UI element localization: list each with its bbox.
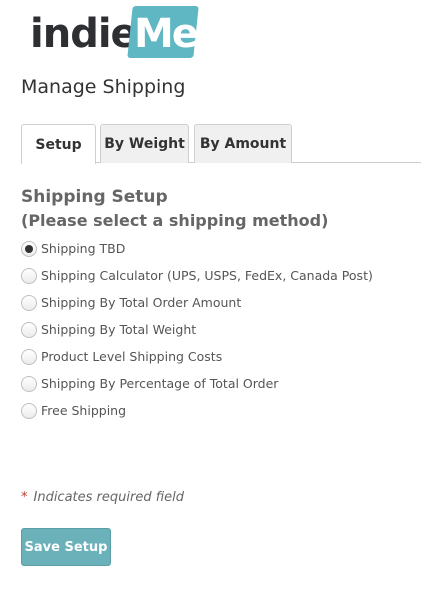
radio-button[interactable] bbox=[21, 267, 37, 284]
radio-button[interactable] bbox=[21, 402, 37, 419]
section-subtitle: (Please select a shipping method) bbox=[21, 211, 329, 230]
shipping-method-option[interactable]: Product Level Shipping Costs bbox=[21, 343, 373, 370]
option-label: Shipping By Total Weight bbox=[41, 322, 197, 337]
tab-by-amount[interactable]: By Amount bbox=[194, 124, 292, 163]
option-label: Product Level Shipping Costs bbox=[41, 349, 223, 364]
option-label: Shipping By Percentage of Total Order bbox=[41, 376, 279, 391]
option-label: Shipping TBD bbox=[41, 241, 126, 256]
required-star: * bbox=[21, 490, 28, 505]
shipping-method-option[interactable]: Shipping By Total Order Amount bbox=[21, 289, 373, 316]
radio-button[interactable] bbox=[21, 321, 37, 338]
radio-button[interactable] bbox=[21, 348, 37, 365]
tab-by-weight[interactable]: By Weight bbox=[100, 124, 189, 163]
section-title: Shipping Setup bbox=[21, 187, 168, 207]
required-field-note: * Indicates required field bbox=[21, 490, 184, 505]
save-setup-button[interactable]: Save Setup bbox=[21, 528, 111, 566]
option-label: Shipping By Total Order Amount bbox=[41, 295, 242, 310]
shipping-method-option[interactable]: Shipping By Percentage of Total Order bbox=[21, 370, 373, 397]
page-title: Manage Shipping bbox=[21, 76, 186, 98]
shipping-method-options: Shipping TBD Shipping Calculator (UPS, U… bbox=[21, 235, 373, 424]
logo-text-me: Me bbox=[134, 11, 199, 57]
radio-button[interactable] bbox=[21, 375, 37, 392]
indieme-logo: indie Me bbox=[30, 6, 200, 62]
radio-button[interactable] bbox=[21, 294, 37, 311]
tab-setup[interactable]: Setup bbox=[21, 124, 96, 164]
option-label: Shipping Calculator (UPS, USPS, FedEx, C… bbox=[41, 268, 373, 283]
shipping-method-option[interactable]: Shipping TBD bbox=[21, 235, 373, 262]
option-label: Free Shipping bbox=[41, 403, 127, 418]
logo-text-indie: indie bbox=[30, 11, 138, 57]
shipping-method-option[interactable]: Shipping By Total Weight bbox=[21, 316, 373, 343]
shipping-method-option[interactable]: Free Shipping bbox=[21, 397, 373, 424]
shipping-tabs: Setup By Weight By Amount bbox=[21, 124, 421, 164]
required-note-text: Indicates required field bbox=[33, 490, 184, 505]
shipping-method-option[interactable]: Shipping Calculator (UPS, USPS, FedEx, C… bbox=[21, 262, 373, 289]
radio-button-selected[interactable] bbox=[21, 240, 37, 257]
